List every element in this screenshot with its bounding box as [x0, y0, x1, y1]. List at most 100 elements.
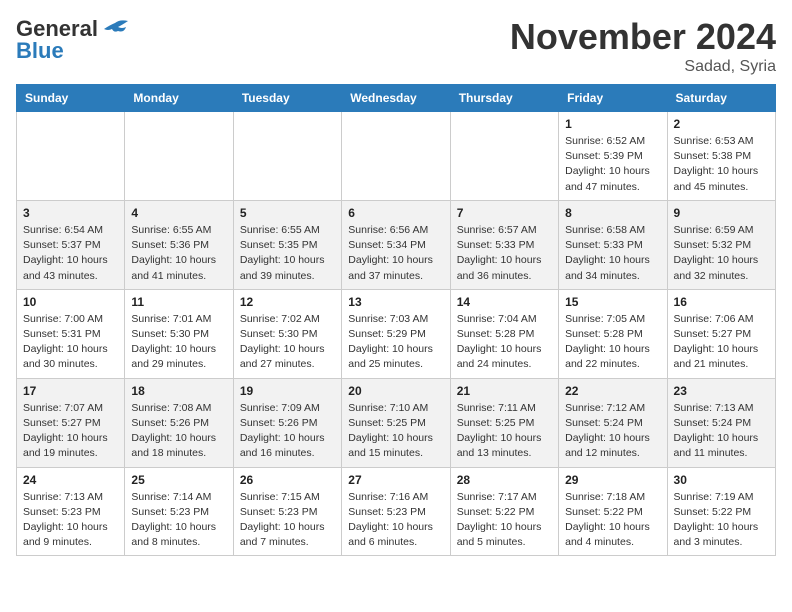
- day-number: 5: [240, 206, 335, 220]
- calendar-table: SundayMondayTuesdayWednesdayThursdayFrid…: [16, 84, 776, 556]
- day-info: Sunrise: 7:13 AM Sunset: 5:24 PM Dayligh…: [674, 401, 769, 462]
- calendar-cell: 8 Sunrise: 6:58 AM Sunset: 5:33 PM Daylig…: [559, 200, 667, 289]
- day-number: 9: [674, 206, 769, 220]
- day-number: 21: [457, 384, 552, 398]
- calendar-cell: 22 Sunrise: 7:12 AM Sunset: 5:24 PM Dayli…: [559, 378, 667, 467]
- day-number: 14: [457, 295, 552, 309]
- day-info: Sunrise: 7:07 AM Sunset: 5:27 PM Dayligh…: [23, 401, 118, 462]
- column-header-saturday: Saturday: [667, 85, 775, 112]
- calendar-cell: 10Sunrise: 7:00 AM Sunset: 5:31 PM Dayli…: [17, 289, 125, 378]
- day-number: 19: [240, 384, 335, 398]
- calendar-cell: 29Sunrise: 7:18 AM Sunset: 5:22 PM Dayli…: [559, 467, 667, 556]
- day-info: Sunrise: 7:19 AM Sunset: 5:22 PM Dayligh…: [674, 490, 769, 551]
- day-info: Sunrise: 7:14 AM Sunset: 5:23 PM Dayligh…: [131, 490, 226, 551]
- day-info: Sunrise: 7:12 AM Sunset: 5:24 PM Dayligh…: [565, 401, 660, 462]
- day-info: Sunrise: 7:13 AM Sunset: 5:23 PM Dayligh…: [23, 490, 118, 551]
- calendar-cell: 9 Sunrise: 6:59 AM Sunset: 5:32 PM Daylig…: [667, 200, 775, 289]
- day-info: Sunrise: 7:08 AM Sunset: 5:26 PM Dayligh…: [131, 401, 226, 462]
- day-number: 23: [674, 384, 769, 398]
- day-info: Sunrise: 7:15 AM Sunset: 5:23 PM Dayligh…: [240, 490, 335, 551]
- calendar-cell: [125, 112, 233, 201]
- calendar-cell: 25 Sunrise: 7:14 AM Sunset: 5:23 PM Dayli…: [125, 467, 233, 556]
- calendar-cell: 19 Sunrise: 7:09 AM Sunset: 5:26 PM Dayli…: [233, 378, 341, 467]
- calendar-week-row: 17 Sunrise: 7:07 AM Sunset: 5:27 PM Dayli…: [17, 378, 776, 467]
- calendar-cell: 21 Sunrise: 7:11 AM Sunset: 5:25 PM Dayli…: [450, 378, 558, 467]
- day-info: Sunrise: 7:17 AM Sunset: 5:22 PM Dayligh…: [457, 490, 552, 551]
- calendar-cell: 15 Sunrise: 7:05 AM Sunset: 5:28 PM Dayli…: [559, 289, 667, 378]
- day-info: Sunrise: 6:52 AM Sunset: 5:39 PM Dayligh…: [565, 134, 660, 195]
- day-number: 10: [23, 295, 118, 309]
- day-number: 26: [240, 473, 335, 487]
- day-info: Sunrise: 6:56 AM Sunset: 5:34 PM Dayligh…: [348, 223, 443, 284]
- day-number: 3: [23, 206, 118, 220]
- calendar-cell: 24 Sunrise: 7:13 AM Sunset: 5:23 PM Dayli…: [17, 467, 125, 556]
- calendar-cell: 4 Sunrise: 6:55 AM Sunset: 5:36 PM Daylig…: [125, 200, 233, 289]
- calendar-cell: 20 Sunrise: 7:10 AM Sunset: 5:25 PM Dayli…: [342, 378, 450, 467]
- calendar-cell: [450, 112, 558, 201]
- calendar-cell: 28Sunrise: 7:17 AM Sunset: 5:22 PM Dayli…: [450, 467, 558, 556]
- day-info: Sunrise: 7:11 AM Sunset: 5:25 PM Dayligh…: [457, 401, 552, 462]
- calendar-week-row: 24 Sunrise: 7:13 AM Sunset: 5:23 PM Dayli…: [17, 467, 776, 556]
- day-info: Sunrise: 7:02 AM Sunset: 5:30 PM Dayligh…: [240, 312, 335, 373]
- logo: General Blue: [16, 16, 130, 64]
- day-number: 27: [348, 473, 443, 487]
- day-info: Sunrise: 7:10 AM Sunset: 5:25 PM Dayligh…: [348, 401, 443, 462]
- calendar-cell: 14 Sunrise: 7:04 AM Sunset: 5:28 PM Dayli…: [450, 289, 558, 378]
- day-info: Sunrise: 6:58 AM Sunset: 5:33 PM Dayligh…: [565, 223, 660, 284]
- title-section: November 2024 Sadad, Syria: [510, 16, 776, 76]
- day-number: 17: [23, 384, 118, 398]
- day-number: 7: [457, 206, 552, 220]
- calendar-cell: 26 Sunrise: 7:15 AM Sunset: 5:23 PM Dayli…: [233, 467, 341, 556]
- day-number: 18: [131, 384, 226, 398]
- calendar-cell: 17 Sunrise: 7:07 AM Sunset: 5:27 PM Dayli…: [17, 378, 125, 467]
- day-info: Sunrise: 6:54 AM Sunset: 5:37 PM Dayligh…: [23, 223, 118, 284]
- calendar-cell: 16 Sunrise: 7:06 AM Sunset: 5:27 PM Dayli…: [667, 289, 775, 378]
- day-number: 2: [674, 117, 769, 131]
- calendar-week-row: 3 Sunrise: 6:54 AM Sunset: 5:37 PM Daylig…: [17, 200, 776, 289]
- calendar-header-row: SundayMondayTuesdayWednesdayThursdayFrid…: [17, 85, 776, 112]
- month-title: November 2024: [510, 16, 776, 58]
- calendar-cell: 12Sunrise: 7:02 AM Sunset: 5:30 PM Dayli…: [233, 289, 341, 378]
- column-header-friday: Friday: [559, 85, 667, 112]
- column-header-thursday: Thursday: [450, 85, 558, 112]
- calendar-cell: 7 Sunrise: 6:57 AM Sunset: 5:33 PM Daylig…: [450, 200, 558, 289]
- day-info: Sunrise: 7:01 AM Sunset: 5:30 PM Dayligh…: [131, 312, 226, 373]
- day-info: Sunrise: 6:55 AM Sunset: 5:36 PM Dayligh…: [131, 223, 226, 284]
- day-number: 15: [565, 295, 660, 309]
- column-header-sunday: Sunday: [17, 85, 125, 112]
- day-info: Sunrise: 6:59 AM Sunset: 5:32 PM Dayligh…: [674, 223, 769, 284]
- day-info: Sunrise: 7:16 AM Sunset: 5:23 PM Dayligh…: [348, 490, 443, 551]
- day-number: 22: [565, 384, 660, 398]
- column-header-tuesday: Tuesday: [233, 85, 341, 112]
- logo-bird-icon: [100, 19, 130, 39]
- day-info: Sunrise: 7:06 AM Sunset: 5:27 PM Dayligh…: [674, 312, 769, 373]
- calendar-week-row: 1 Sunrise: 6:52 AM Sunset: 5:39 PM Daylig…: [17, 112, 776, 201]
- calendar-cell: 6Sunrise: 6:56 AM Sunset: 5:34 PM Daylig…: [342, 200, 450, 289]
- calendar-cell: 30Sunrise: 7:19 AM Sunset: 5:22 PM Dayli…: [667, 467, 775, 556]
- day-info: Sunrise: 7:18 AM Sunset: 5:22 PM Dayligh…: [565, 490, 660, 551]
- day-number: 8: [565, 206, 660, 220]
- day-number: 1: [565, 117, 660, 131]
- day-number: 24: [23, 473, 118, 487]
- calendar-cell: [233, 112, 341, 201]
- day-info: Sunrise: 7:05 AM Sunset: 5:28 PM Dayligh…: [565, 312, 660, 373]
- calendar-cell: 18 Sunrise: 7:08 AM Sunset: 5:26 PM Dayli…: [125, 378, 233, 467]
- day-number: 16: [674, 295, 769, 309]
- day-number: 20: [348, 384, 443, 398]
- day-info: Sunrise: 6:57 AM Sunset: 5:33 PM Dayligh…: [457, 223, 552, 284]
- calendar-cell: 5 Sunrise: 6:55 AM Sunset: 5:35 PM Daylig…: [233, 200, 341, 289]
- column-header-monday: Monday: [125, 85, 233, 112]
- calendar-cell: 3 Sunrise: 6:54 AM Sunset: 5:37 PM Daylig…: [17, 200, 125, 289]
- calendar-cell: 27 Sunrise: 7:16 AM Sunset: 5:23 PM Dayli…: [342, 467, 450, 556]
- calendar-cell: 1 Sunrise: 6:52 AM Sunset: 5:39 PM Daylig…: [559, 112, 667, 201]
- calendar-cell: [342, 112, 450, 201]
- day-info: Sunrise: 6:53 AM Sunset: 5:38 PM Dayligh…: [674, 134, 769, 195]
- calendar-week-row: 10Sunrise: 7:00 AM Sunset: 5:31 PM Dayli…: [17, 289, 776, 378]
- day-number: 25: [131, 473, 226, 487]
- day-info: Sunrise: 7:09 AM Sunset: 5:26 PM Dayligh…: [240, 401, 335, 462]
- day-number: 4: [131, 206, 226, 220]
- location-subtitle: Sadad, Syria: [510, 58, 776, 76]
- calendar-cell: [17, 112, 125, 201]
- day-info: Sunrise: 7:04 AM Sunset: 5:28 PM Dayligh…: [457, 312, 552, 373]
- day-info: Sunrise: 6:55 AM Sunset: 5:35 PM Dayligh…: [240, 223, 335, 284]
